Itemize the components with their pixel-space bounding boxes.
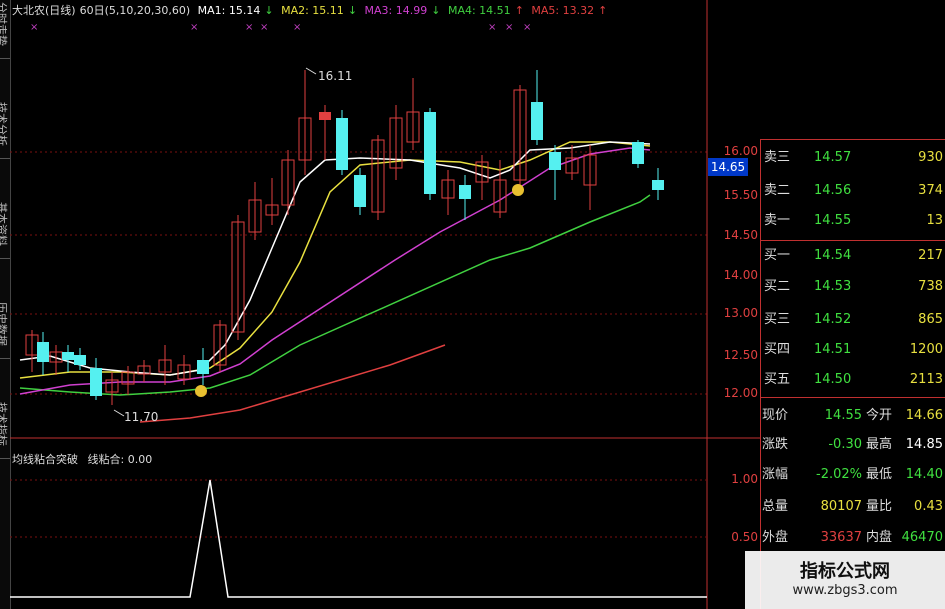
candlestick-chart[interactable]: 16.11 11.70 bbox=[10, 0, 760, 440]
high-pointer-icon bbox=[305, 67, 317, 75]
chart-header: 大北农(日线) 60日(5,10,20,30,60) MA1: 15.14 ↓ MA… bbox=[12, 2, 611, 22]
bid-row: 买二 14.53 738 bbox=[764, 279, 943, 294]
indicator-line bbox=[10, 479, 707, 598]
ma4-value: MA4: 14.51 bbox=[447, 4, 511, 17]
mark-icon: × bbox=[245, 22, 254, 33]
book-left-border bbox=[760, 139, 761, 609]
signal-marker-icon bbox=[512, 184, 524, 196]
ma3-arrow-icon: ↓ bbox=[431, 4, 441, 17]
ma1-arrow-icon: ↓ bbox=[264, 4, 274, 17]
tab-technical[interactable]: 技术分析 bbox=[0, 100, 10, 159]
ma4-line bbox=[19, 194, 651, 396]
tab-history[interactable]: 历史数据 bbox=[0, 300, 10, 359]
mark-icon: × bbox=[30, 22, 39, 33]
mark-icon: × bbox=[523, 22, 532, 33]
ask-row: 卖二 14.56 374 bbox=[764, 183, 943, 198]
low-label: 11.70 bbox=[124, 410, 158, 424]
indicator-label: 均线粘合突破 线粘合: 0.00 bbox=[12, 453, 153, 466]
ma5-arrow-icon: ↑ bbox=[598, 4, 608, 17]
indicator-tick: 1.00 bbox=[731, 472, 758, 486]
book-divider bbox=[760, 240, 945, 241]
tab-intraday[interactable]: 分时走势 bbox=[0, 0, 10, 59]
indicator-axis: 1.00 0.50 bbox=[708, 0, 758, 609]
ma1-value: MA1: 15.14 bbox=[197, 4, 261, 17]
quote-row-pct: 涨幅 -2.02% 最低 14.40 bbox=[762, 467, 943, 482]
ma-params: 60日(5,10,20,30,60) bbox=[79, 4, 191, 17]
tab-fundamentals[interactable]: 基本资料 bbox=[0, 200, 10, 259]
bid-row: 买三 14.52 865 bbox=[764, 312, 943, 327]
quote-row-volume: 总量 80107 量比 0.43 bbox=[762, 499, 943, 514]
ma2-arrow-icon: ↓ bbox=[347, 4, 358, 17]
tab-indicators[interactable]: 技术指标 bbox=[0, 400, 10, 459]
mark-icon: × bbox=[488, 22, 497, 33]
low-pointer-icon bbox=[113, 409, 125, 417]
signal-marker-icon bbox=[195, 385, 207, 397]
ma4-arrow-icon: ↑ bbox=[514, 4, 524, 17]
mark-icon: × bbox=[293, 22, 302, 33]
high-label: 16.11 bbox=[318, 69, 352, 83]
stock-title: 大北农(日线) bbox=[12, 4, 76, 17]
ma3-value: MA3: 14.99 bbox=[364, 4, 428, 17]
watermark: 指标公式网 www.zbgs3.com bbox=[745, 551, 945, 609]
ask-row: 卖三 14.57 930 bbox=[764, 150, 943, 165]
mark-icon: × bbox=[505, 22, 514, 33]
bid-row: 买一 14.54 217 bbox=[764, 248, 943, 263]
ma5-value: MA5: 13.32 bbox=[531, 4, 595, 17]
bid-row: 买四 14.51 1200 bbox=[764, 342, 943, 357]
quote-row-price: 现价 14.55 今开 14.66 bbox=[762, 408, 943, 423]
indicator-tick: 0.50 bbox=[731, 530, 758, 544]
quote-row-outer: 外盘 33637 内盘 46470 bbox=[762, 530, 943, 545]
ask-row: 卖一 14.55 13 bbox=[764, 213, 943, 228]
quote-row-change: 涨跌 -0.30 最高 14.85 bbox=[762, 437, 943, 452]
candles bbox=[25, 70, 664, 405]
bid-row: 买五 14.50 2113 bbox=[764, 372, 943, 387]
ma5-line bbox=[139, 344, 446, 423]
mark-icon: × bbox=[190, 22, 199, 33]
ma2-value: MA2: 15.11 bbox=[281, 4, 344, 17]
quote-divider bbox=[760, 397, 945, 398]
mark-icon: × bbox=[260, 22, 269, 33]
